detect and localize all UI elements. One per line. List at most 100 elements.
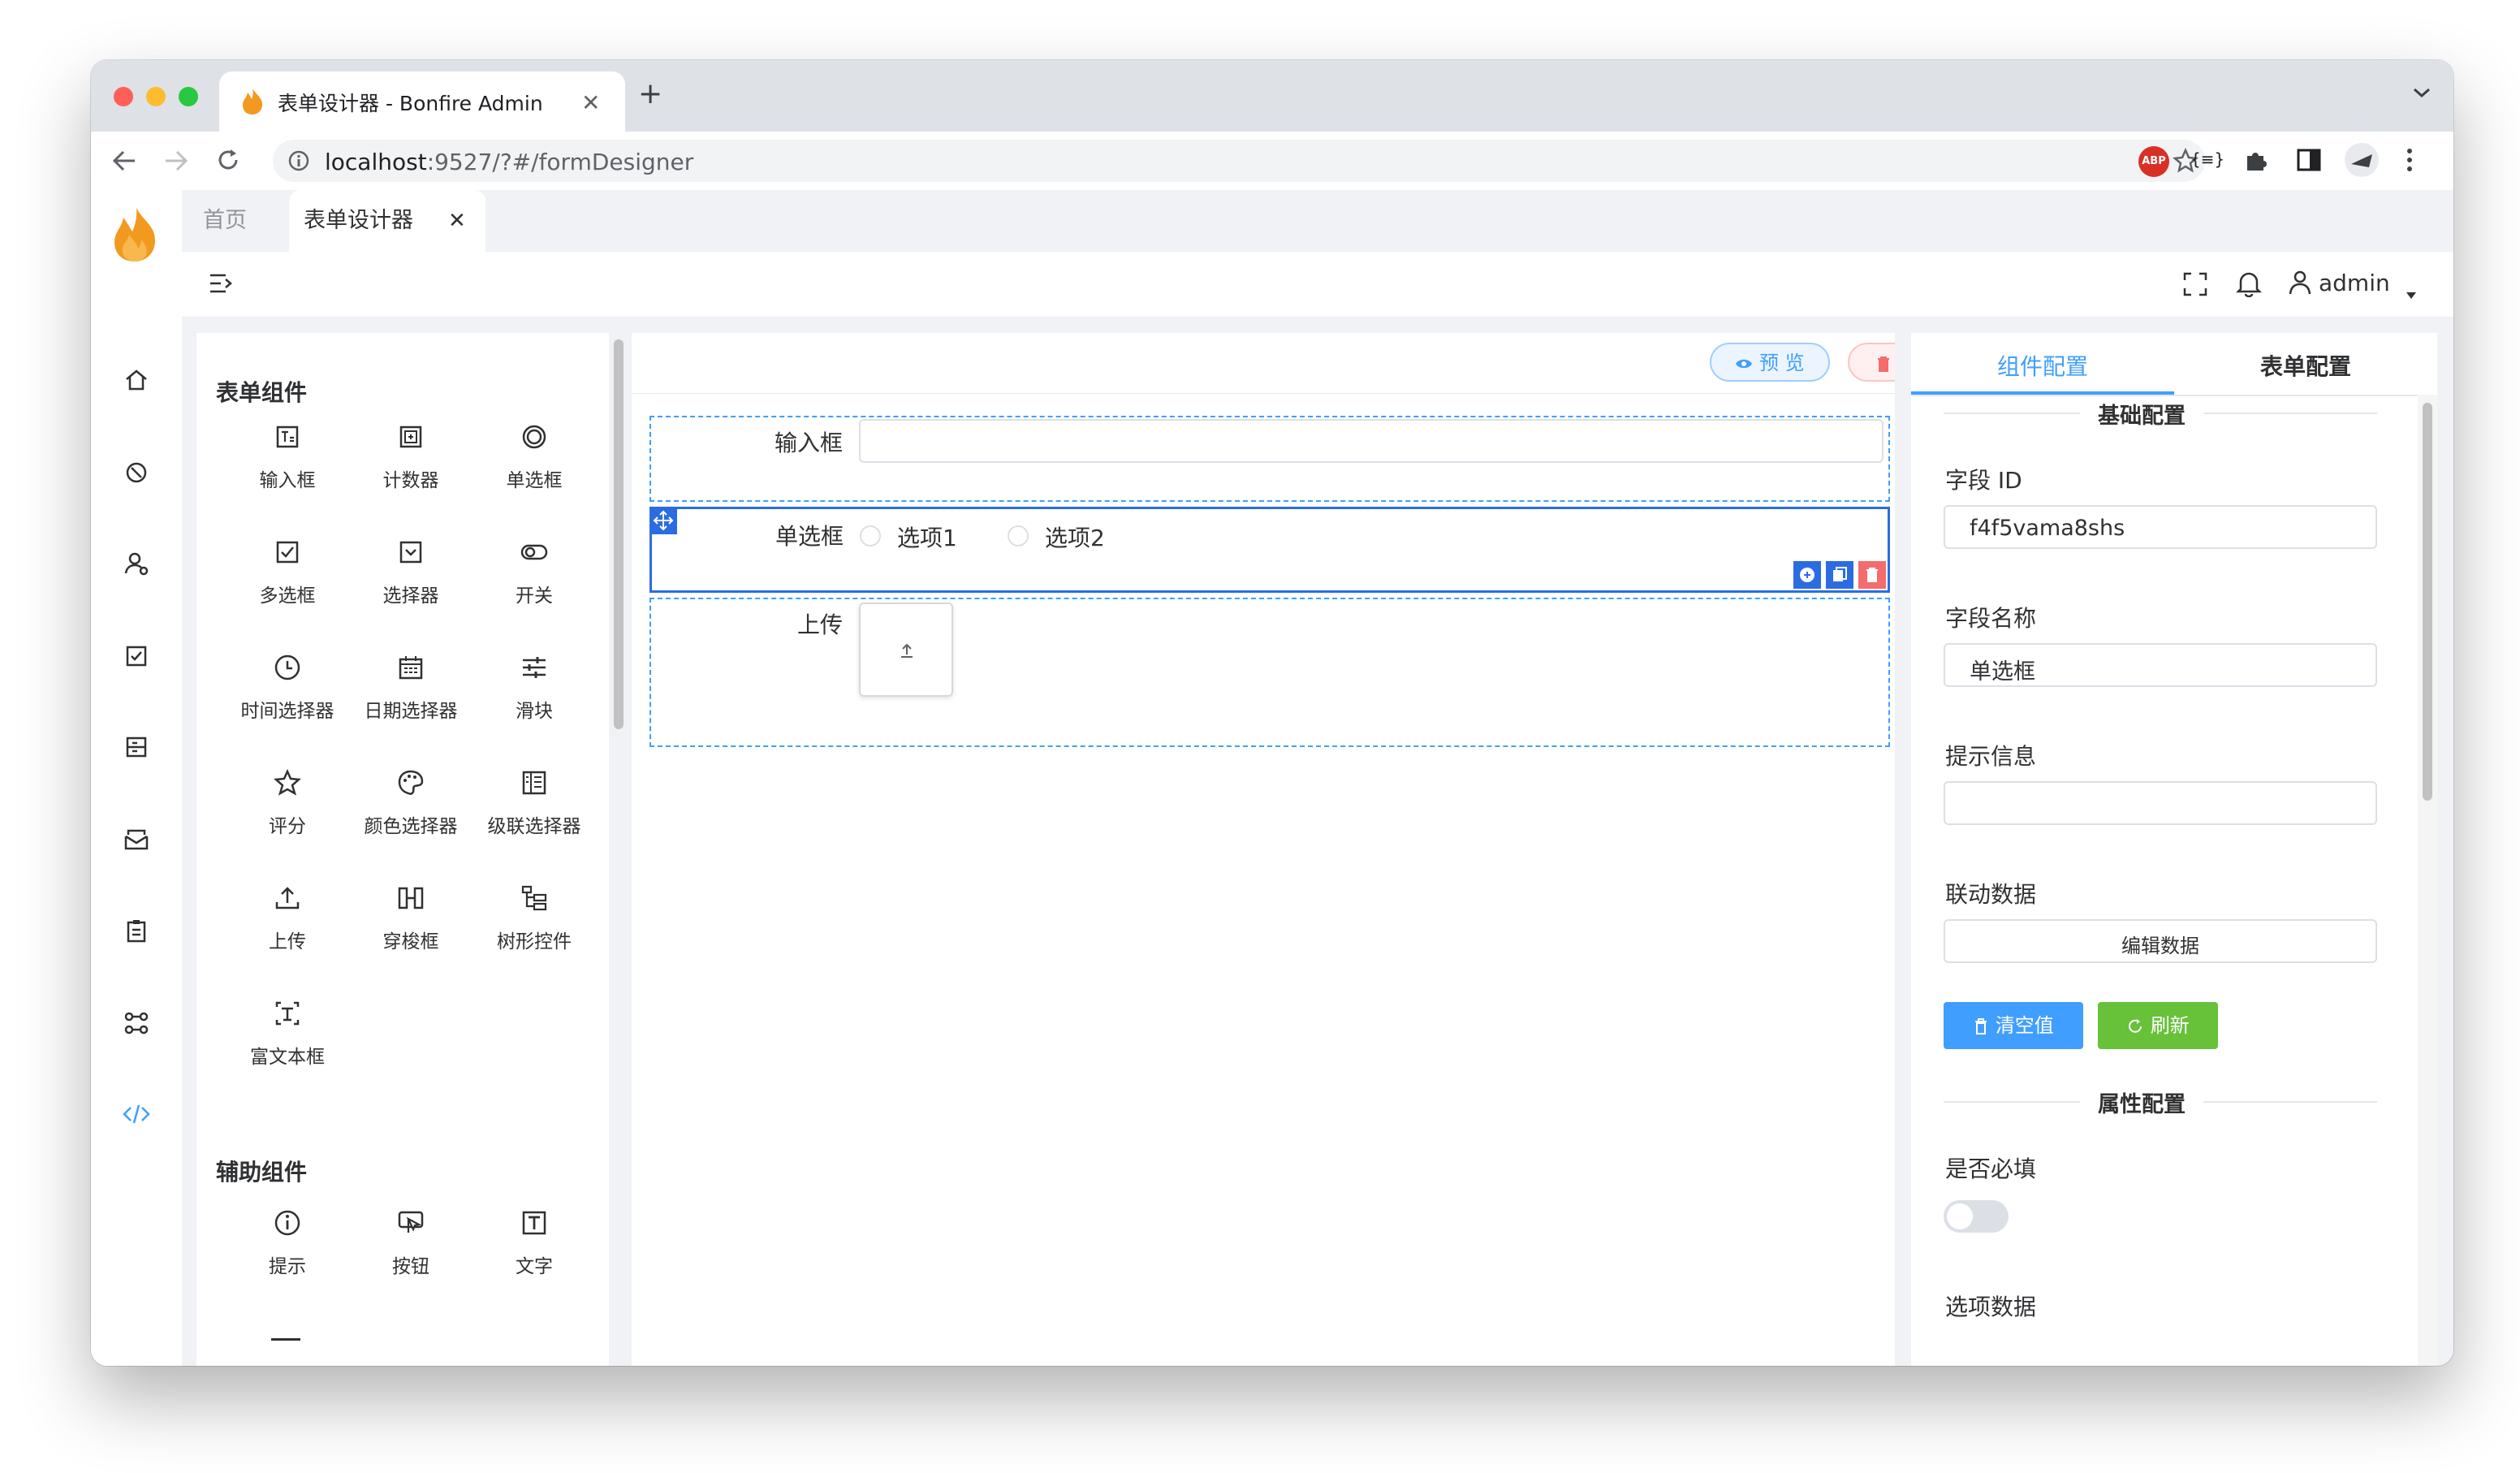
component-date-picker[interactable]: 日期选择器 [349, 645, 472, 750]
component-alert[interactable]: 提示 [226, 1200, 349, 1306]
edit-data-button[interactable]: 编辑数据 [1944, 919, 2377, 963]
delete-item-button[interactable] [1858, 561, 1886, 589]
upload-trigger[interactable] [859, 603, 953, 697]
clipboard-icon[interactable] [123, 918, 149, 944]
component-slider[interactable]: 滑块 [472, 645, 596, 750]
component-button[interactable]: 按钮 [349, 1200, 472, 1306]
component-counter[interactable]: 计数器 [349, 414, 472, 520]
component-color-picker-label: 颜色选择器 [364, 816, 458, 837]
desktop: { "browser": { "tab_title": "表单设计器 - Bon… [0, 0, 2520, 1473]
input-icon [273, 422, 302, 451]
browser-menu-icon[interactable] [2405, 146, 2414, 174]
close-window-button[interactable] [114, 87, 133, 106]
component-rate[interactable]: 评分 [226, 760, 349, 866]
sidebar-toggle-icon[interactable] [208, 271, 234, 296]
component-date-picker-label: 日期选择器 [364, 701, 458, 722]
tab-component-config[interactable]: 组件配置 [1911, 333, 2174, 395]
radio-option-2-label: 选项2 [1045, 525, 1105, 551]
form-item-input[interactable]: 输入框 [649, 416, 1890, 502]
extensions-puzzle-icon[interactable] [2242, 146, 2270, 174]
options-data-label: 选项数据 [1945, 1294, 2037, 1320]
adblock-extension-icon[interactable]: ABP [2138, 146, 2169, 177]
checkbox-icon[interactable] [123, 643, 149, 669]
text-input[interactable] [859, 419, 1884, 463]
palette-icon [396, 768, 425, 797]
component-input[interactable]: 输入框 [226, 414, 349, 520]
code-icon[interactable] [122, 1101, 151, 1127]
view-item-button[interactable] [1793, 561, 1821, 589]
new-tab-icon[interactable]: + [638, 80, 662, 109]
upload-icon [273, 883, 302, 913]
field-id-value: f4f5vama8shs [1970, 516, 2125, 541]
clear-button[interactable]: 清 空 [1848, 343, 1895, 382]
field-name-input[interactable]: 单选框 [1944, 643, 2377, 687]
refresh-button[interactable]: 刷新 [2098, 1002, 2218, 1049]
mail-icon[interactable] [123, 827, 149, 853]
component-panel: 表单组件 输入框 计数器 单选框 多选框 选择器 开关 时间选择器 日期选择器 … [196, 333, 609, 1366]
component-select[interactable]: 选择器 [349, 529, 472, 635]
flame-favicon-icon [240, 88, 265, 115]
field-name-value: 单选框 [1970, 659, 2035, 685]
component-panel-scrollbar[interactable] [614, 339, 624, 729]
tab-form-designer[interactable]: 表单设计器 ✕ [289, 190, 485, 252]
bell-icon[interactable] [2236, 270, 2262, 297]
minimize-window-button[interactable] [146, 87, 166, 106]
tab-home[interactable]: 首页 [182, 190, 289, 252]
slider-icon [520, 653, 549, 682]
component-tree[interactable]: 树形控件 [472, 875, 596, 981]
form-item-upload[interactable]: 上传 [649, 598, 1890, 747]
close-tab-icon[interactable]: ✕ [581, 89, 600, 116]
refresh-label: 刷新 [2150, 1014, 2190, 1037]
text-icon [520, 1208, 549, 1238]
json-extension-icon[interactable]: {≡} [2190, 149, 2224, 169]
component-text[interactable]: 文字 [472, 1200, 596, 1306]
radio-icon [520, 422, 549, 451]
tab-search-chevron-icon[interactable] [2411, 84, 2432, 101]
component-time-picker[interactable]: 时间选择器 [226, 645, 349, 750]
component-upload[interactable]: 上传 [226, 875, 349, 981]
user-icon[interactable] [123, 551, 149, 577]
preview-button[interactable]: 预 览 [1710, 343, 1830, 382]
maximize-window-button[interactable] [179, 87, 198, 106]
linkage-label: 联动数据 [1945, 881, 2037, 908]
trash-icon [1876, 356, 1891, 372]
home-icon[interactable] [123, 367, 149, 393]
flow-icon[interactable] [123, 1010, 149, 1036]
component-radio[interactable]: 单选框 [472, 414, 596, 520]
back-icon[interactable] [110, 148, 138, 174]
component-switch-label: 开关 [516, 585, 553, 607]
required-switch[interactable] [1944, 1200, 2009, 1233]
app-root: 首页 表单设计器 ✕ admin 表单组件 输入框 计数器 单选框 多选框 选择… [91, 190, 2453, 1366]
field-id-input[interactable]: f4f5vama8shs [1944, 505, 2377, 549]
component-switch[interactable]: 开关 [472, 529, 596, 635]
browser-tab-title: 表单设计器 - Bonfire Admin [278, 92, 543, 115]
profile-avatar[interactable] [2345, 143, 2379, 177]
component-checkbox[interactable]: 多选框 [226, 529, 349, 635]
input-field-label: 输入框 [774, 430, 843, 456]
form-icon[interactable] [123, 734, 149, 760]
fullscreen-icon[interactable] [2182, 271, 2208, 297]
next-component-icon [271, 1338, 300, 1341]
hint-input[interactable] [1944, 781, 2377, 825]
star-icon [273, 768, 302, 797]
forward-icon[interactable] [162, 148, 190, 174]
component-icon[interactable] [123, 460, 149, 486]
reload-icon[interactable] [214, 146, 242, 174]
hint-label: 提示信息 [1945, 743, 2037, 770]
copy-item-button[interactable] [1826, 561, 1853, 589]
bonfire-logo[interactable] [110, 206, 159, 263]
close-tab-form-designer-icon[interactable]: ✕ [448, 190, 466, 252]
component-transfer[interactable]: 穿梭框 [349, 875, 472, 981]
address-bar[interactable]: localhost:9527/?#/formDesigner [273, 140, 2205, 182]
component-cascader[interactable]: 级联选择器 [472, 760, 596, 866]
component-color-picker[interactable]: 颜色选择器 [349, 760, 472, 866]
config-scrollbar[interactable] [2423, 403, 2432, 801]
component-rich-text[interactable]: 富文本框 [226, 991, 349, 1096]
site-info-icon[interactable] [287, 149, 310, 172]
form-item-radio-selected[interactable]: 单选框 选项1 选项2 [649, 507, 1890, 593]
tab-form-config[interactable]: 表单配置 [2174, 333, 2437, 395]
side-panel-icon[interactable] [2296, 148, 2322, 172]
upload-arrow-icon [898, 641, 916, 659]
browser-tab[interactable]: 表单设计器 - Bonfire Admin ✕ [219, 71, 625, 132]
clear-value-button[interactable]: 清空值 [1944, 1002, 2083, 1049]
